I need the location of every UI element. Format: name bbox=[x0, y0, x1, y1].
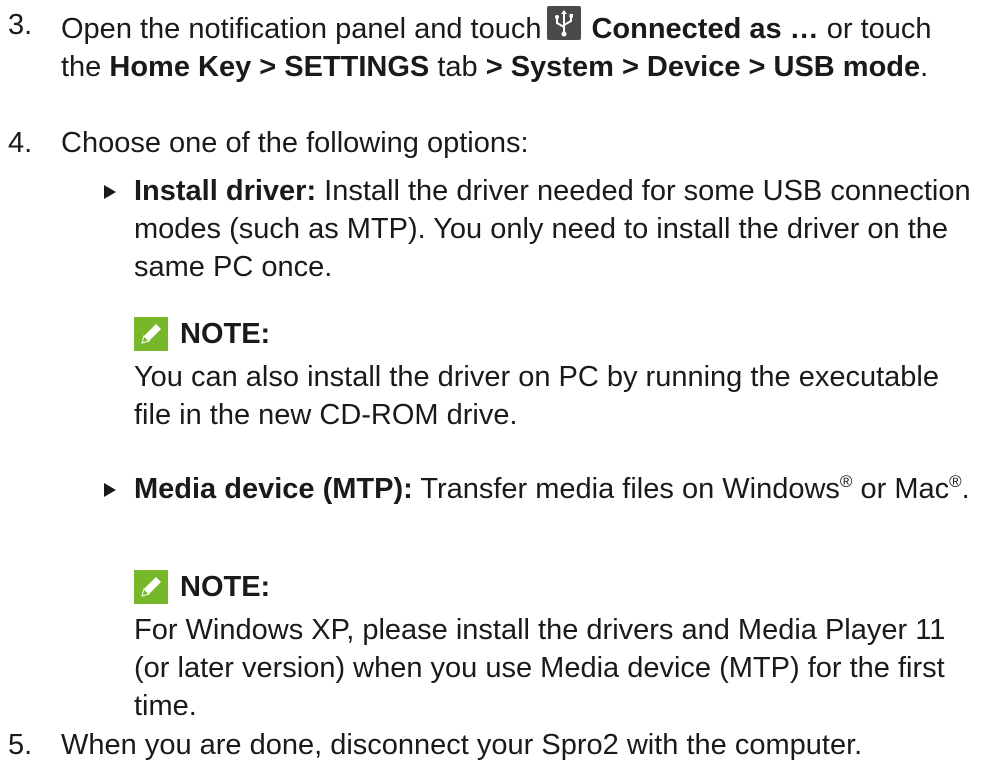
usb-icon bbox=[547, 6, 582, 40]
usb-mode-path: > System > Device > USB mode bbox=[485, 51, 921, 83]
step-4-text: Choose one of the following options: bbox=[61, 127, 529, 159]
step-4: 4. Choose one of the following options: bbox=[8, 124, 968, 162]
note-label: NOTE: bbox=[180, 571, 271, 603]
option-text: Install driver: Install the driver neede… bbox=[134, 172, 984, 286]
step-3-text-part: Open the notification panel and touch bbox=[61, 13, 542, 45]
step-3-text: Open the notification panel and touch Con… bbox=[61, 6, 968, 86]
note-header: NOTE: bbox=[134, 567, 984, 607]
note-2: NOTE: For Windows XP, please install the… bbox=[134, 567, 984, 725]
pencil-note-icon bbox=[134, 570, 168, 604]
connected-as-label: Connected as … bbox=[591, 13, 819, 45]
option-description: Transfer media files on Windows bbox=[412, 473, 840, 505]
step-number: 5. bbox=[8, 729, 33, 761]
note-text: You can also install the driver on PC by… bbox=[134, 361, 939, 431]
bullet-triangle-icon bbox=[104, 185, 116, 199]
option-title: Install driver: bbox=[134, 175, 317, 207]
pencil-note-icon bbox=[134, 317, 168, 351]
step-number: 4. bbox=[8, 127, 33, 159]
step-5: 5. When you are done, disconnect your Sp… bbox=[8, 726, 968, 764]
option-description: or Mac bbox=[852, 473, 950, 505]
option-title: Media device (MTP): bbox=[134, 473, 413, 505]
note-header: NOTE: bbox=[134, 314, 984, 354]
step-5-text: When you are done, disconnect your Spro2… bbox=[61, 729, 863, 761]
home-key-path: Home Key > SETTINGS bbox=[109, 51, 430, 83]
bullet-triangle-icon bbox=[104, 483, 116, 497]
step-3-text-part: tab bbox=[429, 51, 486, 83]
registered-mark: ® bbox=[839, 472, 853, 491]
manual-page: 3. Open the notification panel and touch… bbox=[0, 0, 994, 771]
registered-mark: ® bbox=[949, 472, 962, 491]
step-3-text-part: . bbox=[920, 51, 929, 83]
option-install-driver: Install driver: Install the driver neede… bbox=[104, 172, 984, 286]
option-text: Media device (MTP): Transfer media files… bbox=[134, 470, 984, 508]
step-3: 3. Open the notification panel and touch… bbox=[8, 6, 968, 86]
option-description: . bbox=[961, 473, 970, 505]
note-1: NOTE: You can also install the driver on… bbox=[134, 314, 984, 434]
option-media-device: Media device (MTP): Transfer media files… bbox=[104, 470, 984, 508]
step-number: 3. bbox=[8, 9, 33, 41]
note-text: For Windows XP, please install the drive… bbox=[134, 614, 946, 722]
note-label: NOTE: bbox=[180, 318, 271, 350]
